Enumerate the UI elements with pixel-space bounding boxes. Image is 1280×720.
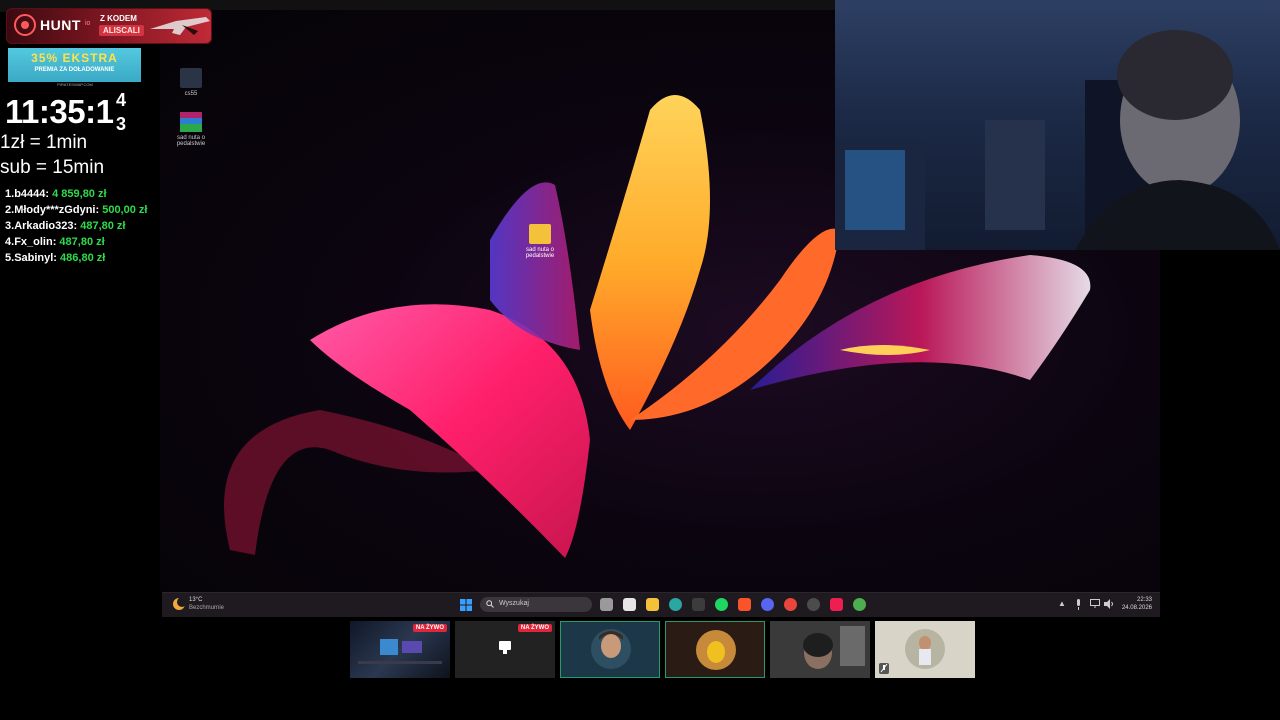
weather-temperature[interactable]: 13°C [189, 597, 202, 603]
leaderboard-row: 1.b4444: 4 859,80 zł [5, 188, 107, 200]
leaderboard-row: 3.Arkadio323: 487,80 zł [5, 220, 126, 232]
edge-icon[interactable] [669, 598, 682, 611]
promo-code-value: ALISCALI [99, 25, 144, 36]
microphone-icon[interactable] [1074, 599, 1083, 610]
windows-taskbar: 13°C Bezchmurnie Wyszukaj ▲ 22:33 24.08.… [162, 592, 1160, 617]
participant-avatar-image [591, 629, 631, 669]
network-monitor-icon[interactable] [1090, 599, 1100, 608]
participant-avatar-image [696, 630, 736, 670]
discord-icon[interactable] [761, 598, 774, 611]
timer-rolling-digit-top: 4 [116, 90, 127, 110]
search-placeholder: Wyszukaj [499, 600, 529, 607]
hunt-ad-banner[interactable]: HUNT io Z KODEM ALISCALI [6, 8, 212, 44]
tray-chevron-up-icon[interactable]: ▲ [1058, 599, 1066, 608]
brave-icon[interactable] [738, 598, 751, 611]
sub-rate: sub = 15min [0, 157, 105, 178]
participant-avatar-image [905, 629, 945, 669]
leaderboard-row: 2.Młody***zGdyni: 500,00 zł [5, 204, 148, 216]
file-explorer-icon[interactable] [646, 598, 659, 611]
store-icon[interactable] [623, 598, 636, 611]
chrome-icon[interactable] [784, 598, 797, 611]
participant-tile-screen-share-2[interactable]: NA ŻYWO [455, 621, 555, 678]
promo-url: PIRATESWAP.COM [57, 82, 93, 87]
webcam-person-image [835, 30, 1280, 250]
webcam-feed [835, 0, 1280, 250]
folder-icon [529, 224, 551, 244]
search-icon [486, 600, 494, 608]
winrar-icon [180, 112, 202, 132]
participant-tile-3[interactable] [770, 621, 870, 678]
promo-subtitle: PREMIA ZA DOŁADOWANIE [34, 67, 115, 73]
promo-title: 35% EKSTRA [31, 51, 118, 65]
task-view-icon[interactable] [600, 598, 613, 611]
rifle-icon [150, 17, 210, 35]
target-logo-icon [14, 14, 36, 36]
terminal-icon[interactable] [692, 598, 705, 611]
timer-rolling-digit-bottom: 3 [116, 114, 127, 134]
leaderboard-row: 5.Sabinyl: 486,80 zł [5, 252, 106, 264]
donation-rate: 1zł = 1min [0, 132, 88, 153]
desktop-icon-cs55[interactable]: cs55 [163, 68, 219, 97]
speaker-icon[interactable] [1104, 599, 1114, 609]
taskbar-search-box[interactable]: Wyszukaj [480, 597, 592, 612]
weather-description[interactable]: Bezchmurnie [189, 605, 224, 611]
muted-mic-icon [879, 663, 889, 674]
weather-moon-icon[interactable] [172, 597, 186, 611]
live-badge: NA ŻYWO [412, 624, 447, 632]
chrome-beta-icon[interactable] [853, 598, 866, 611]
bonus-promo-banner[interactable]: 35% EKSTRA PREMIA ZA DOŁADOWANIE [8, 48, 141, 82]
obs-icon[interactable] [807, 598, 820, 611]
participant-tile-1[interactable] [560, 621, 660, 678]
tiktok-icon[interactable] [830, 598, 843, 611]
subathon-timer: 11:35:1 [5, 93, 114, 130]
taskbar-clock-time[interactable]: 22:33 [1120, 597, 1152, 603]
participant-camera-image [770, 621, 870, 678]
app-icon [180, 68, 202, 88]
participant-tile-4[interactable] [875, 621, 975, 678]
leaderboard-row: 4.Fx_olin: 487,80 zł [5, 236, 105, 248]
hunt-brand-name: HUNT [40, 17, 81, 33]
participant-tile-2[interactable] [665, 621, 765, 678]
taskbar-clock-date[interactable]: 24.08.2026 [1120, 605, 1152, 611]
live-badge: NA ŻYWO [517, 624, 552, 632]
spotify-icon[interactable] [715, 598, 728, 611]
promo-code-label: Z KODEM [100, 14, 137, 23]
donor-leaderboard: 1.b4444: 4 859,80 zł 2.Młody***zGdyni: 5… [5, 186, 185, 266]
hunt-brand-suffix: io [85, 20, 91, 27]
participant-tile-screen-share-1[interactable]: NA ŻYWO [350, 621, 450, 678]
windows-start-icon[interactable] [460, 599, 472, 611]
desktop-icon-folder[interactable]: sad nuta o pedalstwie [512, 224, 568, 259]
desktop-icon-winrar[interactable]: sad nuta o pedalstwie [163, 112, 219, 147]
